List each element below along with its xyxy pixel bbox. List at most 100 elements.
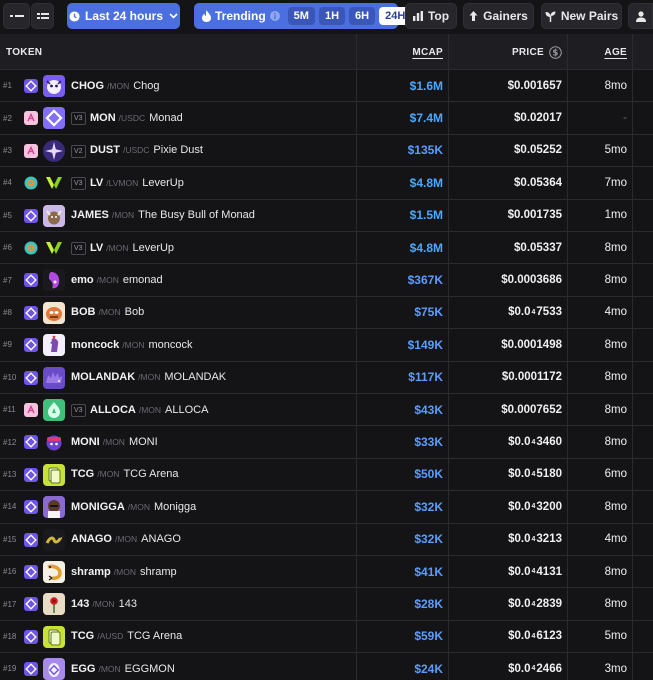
table-row[interactable]: #4 V3 LV/LVMON LeverUp $4.8M $0.05364 7mo: [0, 167, 653, 200]
token-names: TCG/MON TCG Arena: [71, 459, 353, 490]
table-row[interactable]: #11 V3 ALLOCA/MON ALLOCA $43K $0.0007652 8mo: [0, 394, 653, 427]
quote-symbol: /MON: [98, 663, 121, 674]
user-icon: [635, 10, 646, 22]
token-logo: [43, 658, 65, 680]
layout-compact-button[interactable]: [3, 3, 30, 29]
quote-token: USDC: [125, 145, 150, 156]
pair-age: 8mo: [604, 371, 627, 384]
token-logo: [43, 496, 65, 519]
interval-1h-button[interactable]: 1H: [318, 7, 346, 25]
rank: #18: [3, 631, 17, 641]
price: $0.0003686: [449, 264, 562, 295]
price: $0.02017: [449, 102, 562, 133]
token-names: emo/MON emonad: [71, 264, 353, 295]
rank: #19: [3, 664, 17, 674]
table-row[interactable]: #9 moncock/MON moncock $149K $0.0001498 8mo: [0, 329, 653, 362]
column-mcap[interactable]: MCAP: [357, 34, 443, 70]
quote-token: MON: [108, 242, 129, 253]
token-name: LeverUp: [142, 176, 184, 189]
token-symbol: JAMES: [71, 209, 109, 222]
quote-token: MON: [130, 501, 150, 512]
pair-age: 8mo: [604, 565, 627, 578]
price-digits: 3200: [536, 500, 562, 513]
pink-swap-icon: [24, 403, 38, 417]
market-cap: $50K: [414, 467, 443, 482]
pool-version-badge: V3: [71, 177, 86, 191]
token-logo: [43, 334, 65, 357]
quote-symbol: /MON: [138, 404, 162, 415]
market-cap: $149K: [407, 337, 443, 352]
price-digits: 4131: [536, 565, 562, 578]
table-row[interactable]: #14 MONIGGA/MON Monigga $32K $0.0 4 3200 8mo: [0, 491, 653, 524]
table-row[interactable]: #15 ANAGO/MON ANAGO $32K $0.0 4 3213 4mo: [0, 524, 653, 556]
bar-chart-icon: [412, 11, 423, 21]
table-row[interactable]: #18 TCG/AUSD TCG Arena $59K $0.0 4 6123 5mo: [0, 621, 653, 654]
purple-diamond-icon: [24, 305, 38, 320]
table-row[interactable]: #2 V3 MON/USDC Monad $7.4M $0.02017 -: [0, 102, 653, 135]
chevron-down-icon: [169, 13, 178, 19]
trending-label[interactable]: Trending: [215, 9, 266, 23]
token-name: Chog: [133, 79, 160, 92]
table-row[interactable]: #6 V3 LV/MON LeverUp $4.8M $0.05337 8mo: [0, 232, 653, 265]
purple-diamond-icon: [24, 629, 38, 644]
table-row[interactable]: #5 JAMES/MON The Busy Bull of Monad $1.5M $0…: [0, 200, 653, 232]
user-button[interactable]: [628, 3, 653, 29]
column-token[interactable]: TOKEN: [6, 34, 42, 70]
new-pairs-button[interactable]: New Pairs: [541, 3, 622, 29]
price-prefix: $0.001735: [507, 209, 562, 222]
dollar-toggle-icon[interactable]: $: [549, 45, 562, 59]
timeframe-dropdown[interactable]: Last 24 hours: [67, 3, 180, 29]
token-names: shramp/MON shramp: [71, 556, 353, 587]
gainers-button[interactable]: Gainers: [463, 3, 534, 29]
quote-symbol: /MON: [97, 469, 120, 480]
interval-6h-button[interactable]: 6H: [349, 7, 376, 25]
price-zero-count: 4: [531, 568, 536, 576]
price: $0.0 4 6123: [449, 621, 562, 652]
table-row[interactable]: #7 emo/MON emonad $367K $0.0003686 8mo: [0, 264, 653, 297]
quote-token: MON: [99, 275, 119, 286]
token-name: shramp: [139, 565, 177, 578]
column-price[interactable]: PRICE $: [449, 34, 562, 70]
quote-symbol: /MON: [98, 307, 121, 318]
table-row[interactable]: #16 shramp/MON shramp $41K $0.0 4 4131 8mo: [0, 556, 653, 589]
clock-icon: [69, 10, 80, 22]
token-logo: [43, 593, 65, 616]
token-logo: [43, 528, 65, 551]
token-name: emonad: [122, 274, 163, 287]
price-prefix: $0.05252: [514, 144, 562, 157]
token-name: ANAGO: [141, 533, 181, 546]
column-age[interactable]: AGE: [568, 34, 627, 70]
pair-age: 8mo: [604, 436, 627, 449]
table-row[interactable]: #19 EGG/MON EGGMON $24K $0.0 4 2466 3mo: [0, 653, 653, 680]
table-row[interactable]: #13 TCG/MON TCG Arena $50K $0.0 4 5180 6mo: [0, 459, 653, 492]
interval-5m-button[interactable]: 5M: [287, 7, 315, 25]
token-symbol: 143: [71, 598, 90, 611]
token-names: ALLOCA/MON ALLOCA: [90, 394, 353, 425]
table-row[interactable]: #10 MOLANDAK/MON MOLANDAK $117K $0.0001172 8m…: [0, 362, 653, 394]
table-row[interactable]: #8 BOB/MON Bob $75K $0.0 4 7533 4mo: [0, 297, 653, 330]
gainers-label: Gainers: [483, 9, 528, 23]
price: $0.0 4 7533: [449, 297, 562, 328]
token-symbol: MOLANDAK: [71, 371, 136, 384]
top-button[interactable]: Top: [405, 3, 457, 29]
quote-token: MON: [100, 307, 121, 318]
pair-age: 8mo: [604, 598, 627, 611]
token-name: The Busy Bull of Monad: [138, 209, 255, 222]
table-row[interactable]: #12 MONI/MON MONI $33K $0.0 4 3460 8mo: [0, 426, 653, 459]
table-row[interactable]: #3 V2 DUST/USDC Pixie Dust $135K $0.05252 5mo: [0, 135, 653, 168]
token-names: MONIGGA/MON Monigga: [71, 491, 353, 522]
price-zero-count: 4: [531, 438, 536, 446]
price-prefix: $0.05337: [514, 241, 562, 254]
quote-symbol: /MON: [122, 339, 145, 350]
purple-diamond-icon: [24, 273, 38, 288]
price-prefix: $0.001657: [507, 79, 562, 92]
layout-list-button[interactable]: [31, 3, 54, 29]
table-row[interactable]: #17 143/MON 143 $28K $0.0 4 2839 8mo: [0, 588, 653, 621]
token-symbol: EGG: [71, 662, 96, 675]
token-name: Bob: [124, 306, 145, 319]
token-name: Monigga: [154, 500, 197, 513]
rank: #11: [3, 405, 16, 415]
info-icon[interactable]: [269, 11, 280, 21]
table-row[interactable]: #1 CHOG/MON Chog $1.6M $0.001657 8mo: [0, 70, 653, 103]
price-prefix: $0.0001498: [501, 338, 562, 351]
